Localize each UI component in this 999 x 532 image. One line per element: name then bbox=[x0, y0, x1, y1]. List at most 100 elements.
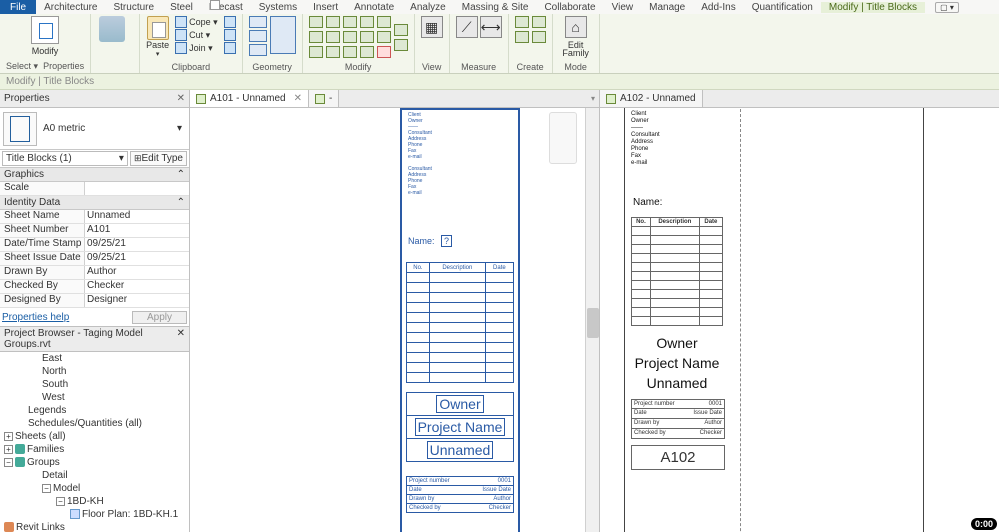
menu-insert[interactable]: Insert bbox=[305, 2, 346, 13]
title-block-a102[interactable]: ClientOwner——ConsultantAddressPhoneFaxe-… bbox=[624, 108, 924, 532]
tab-drop-icon[interactable]: ▾ bbox=[591, 94, 595, 103]
tree-toggle[interactable]: − bbox=[4, 458, 13, 467]
geo-icon[interactable] bbox=[249, 16, 267, 28]
tree-item[interactable]: South bbox=[0, 378, 189, 391]
property-row-scale[interactable]: Scale bbox=[0, 182, 189, 196]
instance-filter-dropdown[interactable]: Title Blocks (1)▾ bbox=[2, 151, 128, 166]
menu-analyze[interactable]: Analyze bbox=[402, 2, 454, 13]
mod-icon[interactable] bbox=[360, 16, 374, 28]
close-browser-icon[interactable]: ✕ bbox=[177, 328, 185, 350]
geo-icon[interactable] bbox=[249, 30, 267, 42]
close-tab-icon[interactable]: ✕ bbox=[294, 93, 302, 104]
menu-modify-titleblocks[interactable]: Modify | Title Blocks bbox=[821, 2, 925, 13]
mod-icon[interactable] bbox=[377, 16, 391, 28]
menu-systems[interactable]: Systems bbox=[251, 2, 305, 13]
apply-button[interactable]: Apply bbox=[132, 311, 187, 324]
properties-category-graphics[interactable]: Graphics⌃ bbox=[0, 168, 189, 182]
mod-icon[interactable] bbox=[343, 46, 357, 58]
mod-icon[interactable] bbox=[309, 46, 323, 58]
tree-item[interactable]: Floor Plan: 1BD-KH.1 bbox=[0, 508, 189, 521]
mod-icon[interactable] bbox=[343, 16, 357, 28]
geo-icon[interactable] bbox=[249, 44, 267, 56]
title-block-a101[interactable]: ClientOwner——ConsultantAddressPhoneFaxe-… bbox=[400, 108, 520, 532]
measure-icon[interactable]: ⟋ bbox=[456, 16, 478, 38]
tab-a101[interactable]: A101 - Unnamed ✕ bbox=[190, 90, 309, 107]
property-row[interactable]: Checked ByChecker bbox=[0, 280, 189, 294]
sheet-name-value[interactable]: ? bbox=[441, 235, 452, 247]
tree-item[interactable]: East bbox=[0, 352, 189, 365]
create-icon[interactable] bbox=[515, 31, 529, 43]
menu-massing-site[interactable]: Massing & Site bbox=[454, 2, 537, 13]
type-selector[interactable]: A0 metric▾ bbox=[0, 108, 189, 150]
mod-icon[interactable] bbox=[309, 31, 323, 43]
mod-icon[interactable] bbox=[394, 24, 408, 36]
properties-help-link[interactable]: Properties help bbox=[2, 312, 69, 323]
mod-icon[interactable] bbox=[360, 46, 374, 58]
properties-category-identity[interactable]: Identity Data⌃ bbox=[0, 196, 189, 210]
tree-item[interactable]: +Families bbox=[0, 443, 189, 456]
tree-item[interactable]: Detail bbox=[0, 469, 189, 482]
mod-icon[interactable] bbox=[326, 31, 340, 43]
cope-button[interactable]: Cope ▾ bbox=[175, 16, 218, 28]
mod-icon[interactable] bbox=[394, 39, 408, 51]
tree-item[interactable]: Schedules/Quantities (all) bbox=[0, 417, 189, 430]
tree-toggle[interactable]: − bbox=[42, 484, 51, 493]
move-icon[interactable] bbox=[270, 16, 296, 54]
tree-item[interactable]: Legends bbox=[0, 404, 189, 417]
property-row[interactable]: Date/Time Stamp09/25/21 bbox=[0, 238, 189, 252]
delete-icon[interactable] bbox=[377, 46, 391, 58]
tree-item[interactable]: −1BD-KH bbox=[0, 495, 189, 508]
tab-a102[interactable]: A102 - Unnamed bbox=[600, 90, 703, 107]
join-button[interactable]: Join ▾ bbox=[175, 42, 218, 54]
menu-add-ins[interactable]: Add-Ins bbox=[693, 2, 743, 13]
clip-icon-2[interactable] bbox=[224, 29, 236, 41]
select-dropdown[interactable]: Select ▾ bbox=[6, 61, 38, 71]
menu-annotate[interactable]: Annotate bbox=[346, 2, 402, 13]
mod-icon[interactable] bbox=[309, 16, 323, 28]
view-a101[interactable]: ClientOwner——ConsultantAddressPhoneFaxe-… bbox=[190, 108, 599, 532]
mod-icon[interactable] bbox=[343, 31, 357, 43]
menu-architecture[interactable]: Architecture bbox=[36, 2, 105, 13]
edit-family-button[interactable]: ⌂ Edit Family bbox=[559, 16, 593, 58]
menu-structure[interactable]: Structure bbox=[105, 2, 162, 13]
view-a102[interactable]: ClientOwner——ConsultantAddressPhoneFaxe-… bbox=[599, 108, 999, 532]
property-row[interactable]: Sheet NameUnnamed bbox=[0, 210, 189, 224]
nav-wheel[interactable] bbox=[549, 112, 577, 164]
vertical-scrollbar[interactable] bbox=[585, 108, 599, 532]
mod-icon[interactable] bbox=[326, 46, 340, 58]
scrollbar-thumb[interactable] bbox=[587, 308, 599, 338]
sheet-project[interactable]: Project Name bbox=[415, 418, 506, 436]
tree-item[interactable]: West bbox=[0, 391, 189, 404]
tree-item[interactable]: Revit Links bbox=[0, 521, 189, 532]
tab-dash[interactable]: - bbox=[309, 90, 339, 107]
clip-icon-1[interactable] bbox=[224, 16, 236, 28]
tree-toggle[interactable]: + bbox=[4, 432, 13, 441]
menu-manage[interactable]: Manage bbox=[641, 2, 693, 13]
menu-quantification[interactable]: Quantification bbox=[744, 2, 821, 13]
edit-type-button[interactable]: ⊞ Edit Type bbox=[130, 151, 187, 166]
property-row[interactable]: Sheet Issue Date09/25/21 bbox=[0, 252, 189, 266]
clip-icon-3[interactable] bbox=[224, 42, 236, 54]
sheet-owner[interactable]: Owner bbox=[436, 395, 483, 413]
properties-button[interactable] bbox=[91, 16, 133, 42]
menu-steel[interactable]: Steel bbox=[162, 2, 201, 13]
camera-dropdown[interactable]: ▢ ▾ bbox=[935, 2, 959, 13]
tree-item[interactable]: −Model bbox=[0, 482, 189, 495]
dimension-icon[interactable]: ⟷ bbox=[480, 16, 502, 38]
create-icon[interactable] bbox=[515, 16, 529, 28]
cut-button[interactable]: Cut ▾ bbox=[175, 29, 218, 41]
property-row[interactable]: Sheet NumberA101 bbox=[0, 224, 189, 238]
mod-icon[interactable] bbox=[326, 16, 340, 28]
property-row[interactable]: Drawn ByAuthor bbox=[0, 266, 189, 280]
property-row[interactable]: Designed ByDesigner bbox=[0, 294, 189, 308]
tree-toggle[interactable]: + bbox=[4, 445, 13, 454]
paste-button[interactable]: Paste ▾ bbox=[146, 16, 169, 58]
menu-precast[interactable]: Precast bbox=[201, 2, 251, 13]
mod-icon[interactable] bbox=[377, 31, 391, 43]
menu-collaborate[interactable]: Collaborate bbox=[536, 2, 603, 13]
sheet-title[interactable]: Unnamed bbox=[427, 441, 494, 459]
tree-item[interactable]: +Sheets (all) bbox=[0, 430, 189, 443]
create-icon[interactable] bbox=[532, 31, 546, 43]
tree-item[interactable]: North bbox=[0, 365, 189, 378]
create-icon[interactable] bbox=[532, 16, 546, 28]
